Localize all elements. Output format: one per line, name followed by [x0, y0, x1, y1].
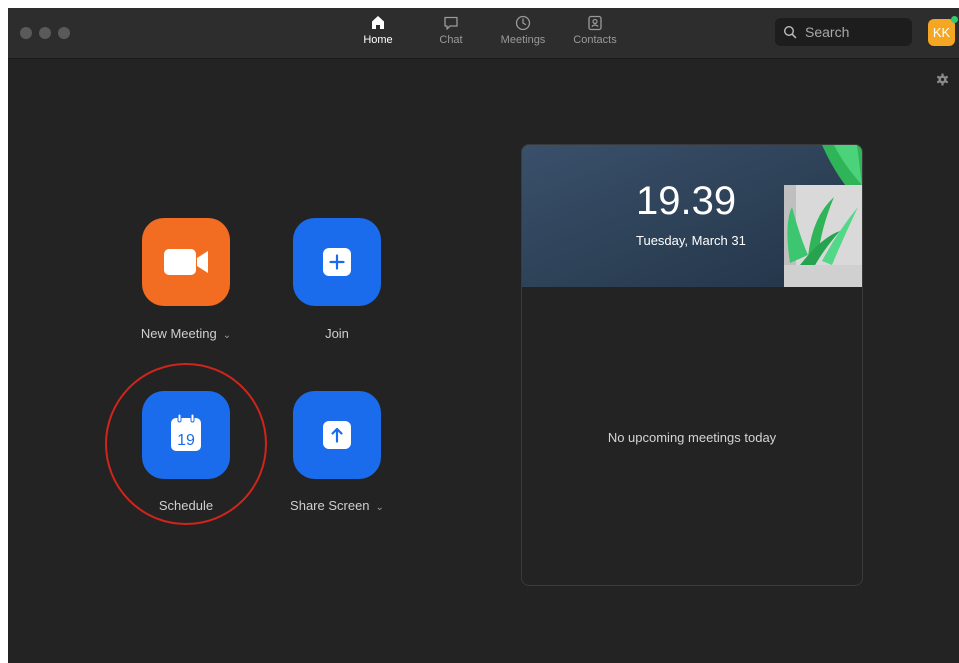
- tab-home-label: Home: [363, 34, 393, 46]
- tab-contacts-label: Contacts: [573, 34, 617, 46]
- join-button[interactable]: [293, 218, 381, 306]
- search-input[interactable]: Search: [775, 18, 912, 46]
- share-screen-label-wrap[interactable]: Share Screen ⌄: [257, 498, 417, 513]
- join-label: Join: [325, 326, 349, 341]
- current-date: Tuesday, March 31: [636, 233, 746, 248]
- home-icon: [372, 16, 384, 29]
- new-meeting-label: New Meeting: [140, 326, 217, 341]
- share-screen-label: Share Screen: [290, 498, 370, 513]
- settings-gear-icon[interactable]: [936, 73, 949, 86]
- window-close-button[interactable]: [20, 27, 32, 39]
- zoom-window: Home Chat Meetings Contacts Search KK Ne…: [8, 8, 959, 663]
- search-placeholder: Search: [805, 24, 850, 40]
- window-minimize-button[interactable]: [39, 27, 51, 39]
- tab-home[interactable]: Home: [346, 14, 410, 46]
- tab-contacts[interactable]: Contacts: [563, 14, 627, 46]
- tab-chat-label: Chat: [439, 34, 463, 46]
- window-zoom-button[interactable]: [58, 27, 70, 39]
- title-bar: Home Chat Meetings Contacts Search KK: [8, 8, 959, 59]
- tab-chat[interactable]: Chat: [419, 14, 483, 46]
- current-time: 19.39: [636, 179, 737, 223]
- upcoming-meetings-card: 19.39 Tuesday, March 31 No upcoming meet…: [521, 144, 863, 586]
- online-status-dot: [951, 16, 958, 23]
- contacts-icon: [588, 15, 602, 31]
- search-icon: [783, 25, 797, 39]
- tab-meetings[interactable]: Meetings: [491, 14, 555, 46]
- new-meeting-button[interactable]: [142, 218, 230, 306]
- video-camera-icon: [164, 249, 208, 275]
- clock-icon: [515, 15, 531, 31]
- chevron-down-icon[interactable]: ⌄: [376, 502, 384, 513]
- tab-meetings-label: Meetings: [500, 34, 546, 46]
- plus-icon: [323, 248, 351, 276]
- share-up-arrow-icon: [323, 421, 351, 449]
- chat-icon: [444, 16, 458, 30]
- chevron-down-icon[interactable]: ⌄: [223, 330, 231, 341]
- new-meeting-label-wrap[interactable]: New Meeting ⌄: [106, 326, 266, 341]
- share-screen-button[interactable]: [293, 391, 381, 479]
- avatar[interactable]: KK: [928, 19, 955, 46]
- no-meetings-message: No upcoming meetings today: [607, 430, 777, 445]
- highlight-circle: [105, 363, 267, 525]
- card-header: 19.39 Tuesday, March 31: [522, 145, 862, 287]
